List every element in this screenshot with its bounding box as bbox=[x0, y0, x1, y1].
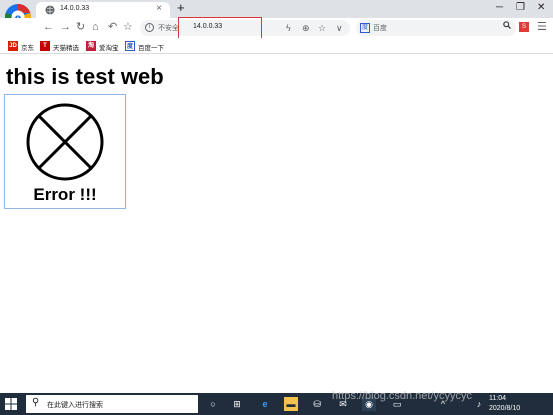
windows-start-icon[interactable] bbox=[5, 398, 17, 410]
security-status-label[interactable]: 不安全 bbox=[158, 23, 179, 33]
bookmark-star-icon[interactable]: ☆ bbox=[318, 22, 326, 34]
browser-toolbar: ← → ↻ ⌂ ↶ ☆ i 不安全 14.0.0.33 ϟ ⊕ ☆ ∨ 度 百度 bbox=[0, 18, 553, 38]
bookmark-label: 天猫精选 bbox=[53, 45, 79, 52]
error-message: Error !!! bbox=[33, 185, 97, 204]
bookmark-label: 百度一下 bbox=[138, 45, 164, 52]
extension-icon[interactable]: S bbox=[519, 22, 529, 32]
page-heading: this is test web bbox=[6, 64, 164, 89]
tmall-icon: T bbox=[40, 41, 50, 51]
bookmark-label: 爱淘宝 bbox=[99, 45, 119, 52]
cortana-icon[interactable]: ○ bbox=[206, 397, 220, 411]
task-view-icon[interactable]: ⊞ bbox=[230, 397, 244, 411]
favorites-star-icon[interactable]: ☆ bbox=[123, 20, 133, 34]
search-input[interactable]: 百度 bbox=[373, 23, 387, 33]
clock-date[interactable]: 2020/8/10 bbox=[489, 405, 520, 412]
reload-button[interactable]: ↻ bbox=[76, 20, 85, 34]
new-tab-button[interactable]: + bbox=[177, 1, 185, 15]
lightning-icon[interactable]: ϟ bbox=[286, 22, 291, 34]
zoom-icon[interactable]: ⊕ bbox=[302, 22, 310, 34]
info-icon[interactable]: i bbox=[145, 23, 154, 32]
tab-close-icon[interactable]: × bbox=[156, 3, 162, 15]
chevron-down-icon[interactable]: ∨ bbox=[336, 22, 343, 34]
store-icon[interactable]: ⛁ bbox=[310, 397, 324, 411]
volume-icon[interactable]: ♪ bbox=[472, 397, 486, 411]
globe-icon bbox=[45, 5, 55, 15]
menu-icon[interactable]: ☰ bbox=[537, 20, 547, 33]
taskbar-search-box[interactable]: ⚲ 在此键入进行搜索 bbox=[26, 395, 198, 413]
taskbar-search-input[interactable]: 在此键入进行搜索 bbox=[47, 400, 103, 410]
undo-close-button[interactable]: ↶ bbox=[108, 20, 117, 34]
error-cross-icon bbox=[26, 103, 104, 181]
watermark-text: https://blog.csdn.net/ycyycyc bbox=[332, 390, 473, 402]
taobao-icon: 淘 bbox=[86, 41, 96, 51]
magnifier-icon bbox=[503, 21, 511, 29]
url-highlight-box bbox=[178, 17, 262, 39]
edge-icon[interactable]: e bbox=[258, 397, 272, 411]
baidu-icon: 度 bbox=[360, 23, 370, 33]
search-box[interactable]: 度 百度 bbox=[356, 20, 516, 36]
browser-tab[interactable]: 14.0.0.33 × bbox=[36, 2, 170, 18]
bookmark-label: 京东 bbox=[21, 45, 34, 52]
minimize-button[interactable]: ─ bbox=[496, 1, 503, 15]
forward-button[interactable]: → bbox=[60, 20, 71, 34]
baidu-icon: 度 bbox=[125, 41, 135, 51]
back-button[interactable]: ← bbox=[43, 20, 54, 34]
clock-time[interactable]: 11:04 bbox=[489, 395, 506, 402]
search-icon: ⚲ bbox=[32, 397, 40, 408]
jd-icon: JD bbox=[8, 41, 18, 51]
error-card: Error !!! bbox=[4, 94, 126, 209]
search-icon[interactable] bbox=[503, 21, 511, 31]
screen: e 14.0.0.33 × + ─ ❐ ✕ ← → ↻ ⌂ ↶ ☆ i 不安全 … bbox=[0, 0, 553, 415]
title-bar: e 14.0.0.33 × + ─ ❐ ✕ bbox=[0, 0, 553, 31]
close-window-button[interactable]: ✕ bbox=[537, 1, 545, 15]
restore-button[interactable]: ❐ bbox=[516, 1, 525, 15]
file-explorer-icon[interactable]: ▬ bbox=[284, 397, 298, 411]
tab-title: 14.0.0.33 bbox=[60, 5, 90, 12]
bookmarks-bar: JD 京东 T 天猫精选 淘 爱淘宝 度 百度一下 bbox=[0, 38, 553, 54]
home-button[interactable]: ⌂ bbox=[92, 20, 99, 34]
